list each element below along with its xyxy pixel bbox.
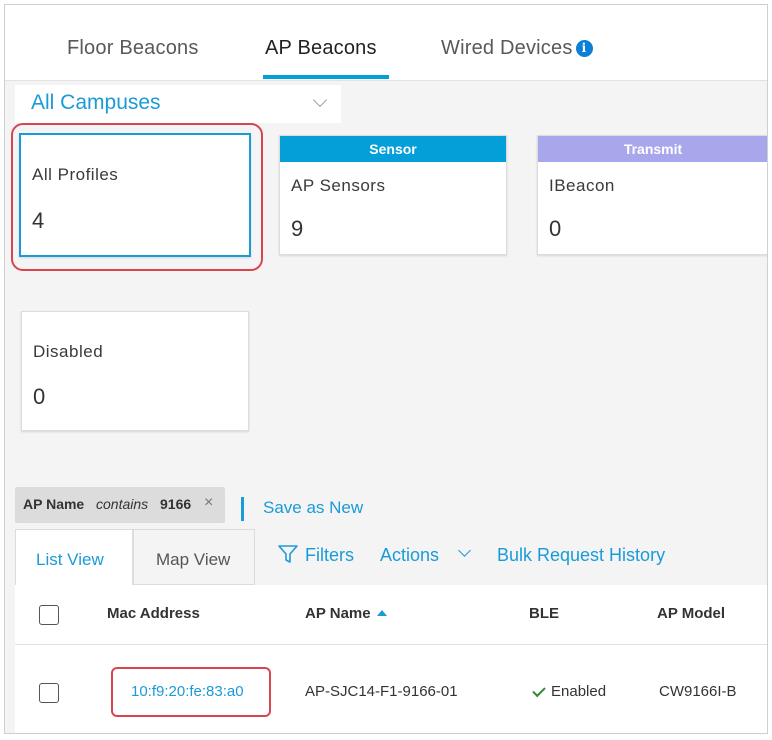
tab-ap-beacons[interactable]: AP Beacons xyxy=(265,37,377,60)
campus-select[interactable]: All Campuses xyxy=(15,85,341,123)
highlight-outline xyxy=(11,123,263,271)
filters-button[interactable]: Filters xyxy=(305,545,354,566)
select-all-checkbox[interactable] xyxy=(39,605,59,625)
card-ibeacon-count: 0 xyxy=(549,216,562,241)
column-ap-name[interactable]: AP Name xyxy=(305,605,387,622)
filter-chip-field: AP Name xyxy=(23,496,85,512)
tab-list-view[interactable]: List View xyxy=(15,529,133,585)
close-icon[interactable]: × xyxy=(204,494,213,512)
ble-status-cell: Enabled xyxy=(551,683,607,700)
card-ap-sensors-header: Sensor xyxy=(280,136,506,162)
filter-chip-value: 9166 xyxy=(160,496,192,512)
card-ap-sensors-label: AP Sensors xyxy=(291,176,386,195)
ap-name-cell: AP-SJC14-F1-9166-01 xyxy=(305,683,458,700)
card-ibeacon[interactable]: Transmit IBeacon 0 xyxy=(537,135,767,255)
filter-icon[interactable] xyxy=(277,543,299,565)
card-ap-sensors-count: 9 xyxy=(291,216,304,241)
divider xyxy=(241,497,244,521)
bulk-request-history-button[interactable]: Bulk Request History xyxy=(497,545,665,566)
column-mac-address[interactable]: Mac Address xyxy=(107,605,200,622)
card-disabled[interactable]: Disabled 0 xyxy=(21,311,249,431)
card-disabled-count: 0 xyxy=(33,384,46,409)
info-icon[interactable]: i xyxy=(575,40,593,57)
ap-model-cell: CW9166I-B xyxy=(659,683,737,700)
column-ap-model[interactable]: AP Model xyxy=(657,605,725,622)
beacon-type-tabs: Floor Beacons AP Beacons Wired Devices i xyxy=(5,5,767,81)
card-ap-sensors[interactable]: Sensor AP Sensors 9 xyxy=(279,135,507,255)
active-tab-indicator xyxy=(263,75,389,79)
card-ibeacon-header: Transmit xyxy=(538,136,767,162)
filter-chip: AP Name contains 9166 × xyxy=(15,487,225,523)
campus-select-value: All Campuses xyxy=(31,91,161,114)
column-ble[interactable]: BLE xyxy=(529,605,559,622)
sort-ascending-icon xyxy=(376,610,387,616)
checkmark-icon xyxy=(532,683,546,698)
table-header: Mac Address AP Name BLE AP Model xyxy=(15,585,767,645)
highlight-outline xyxy=(111,667,271,717)
tab-floor-beacons[interactable]: Floor Beacons xyxy=(67,37,199,60)
tab-wired-devices-label: Wired Devices xyxy=(441,37,573,59)
tab-map-view-label: Map View xyxy=(156,550,231,569)
tab-map-view[interactable]: Map View xyxy=(133,529,255,585)
tab-wired-devices[interactable]: Wired Devices i xyxy=(441,37,593,60)
save-as-new-link[interactable]: Save as New xyxy=(263,498,363,518)
card-disabled-label: Disabled xyxy=(33,342,104,361)
filter-chip-operator: contains xyxy=(96,496,149,512)
chevron-down-icon xyxy=(312,92,328,108)
row-checkbox[interactable] xyxy=(39,683,59,703)
card-ibeacon-label: IBeacon xyxy=(549,176,615,195)
column-ap-name-label: AP Name xyxy=(305,605,371,622)
tab-list-view-label: List View xyxy=(36,550,104,569)
app-frame: Floor Beacons AP Beacons Wired Devices i … xyxy=(4,4,768,734)
actions-button[interactable]: Actions xyxy=(380,545,439,566)
